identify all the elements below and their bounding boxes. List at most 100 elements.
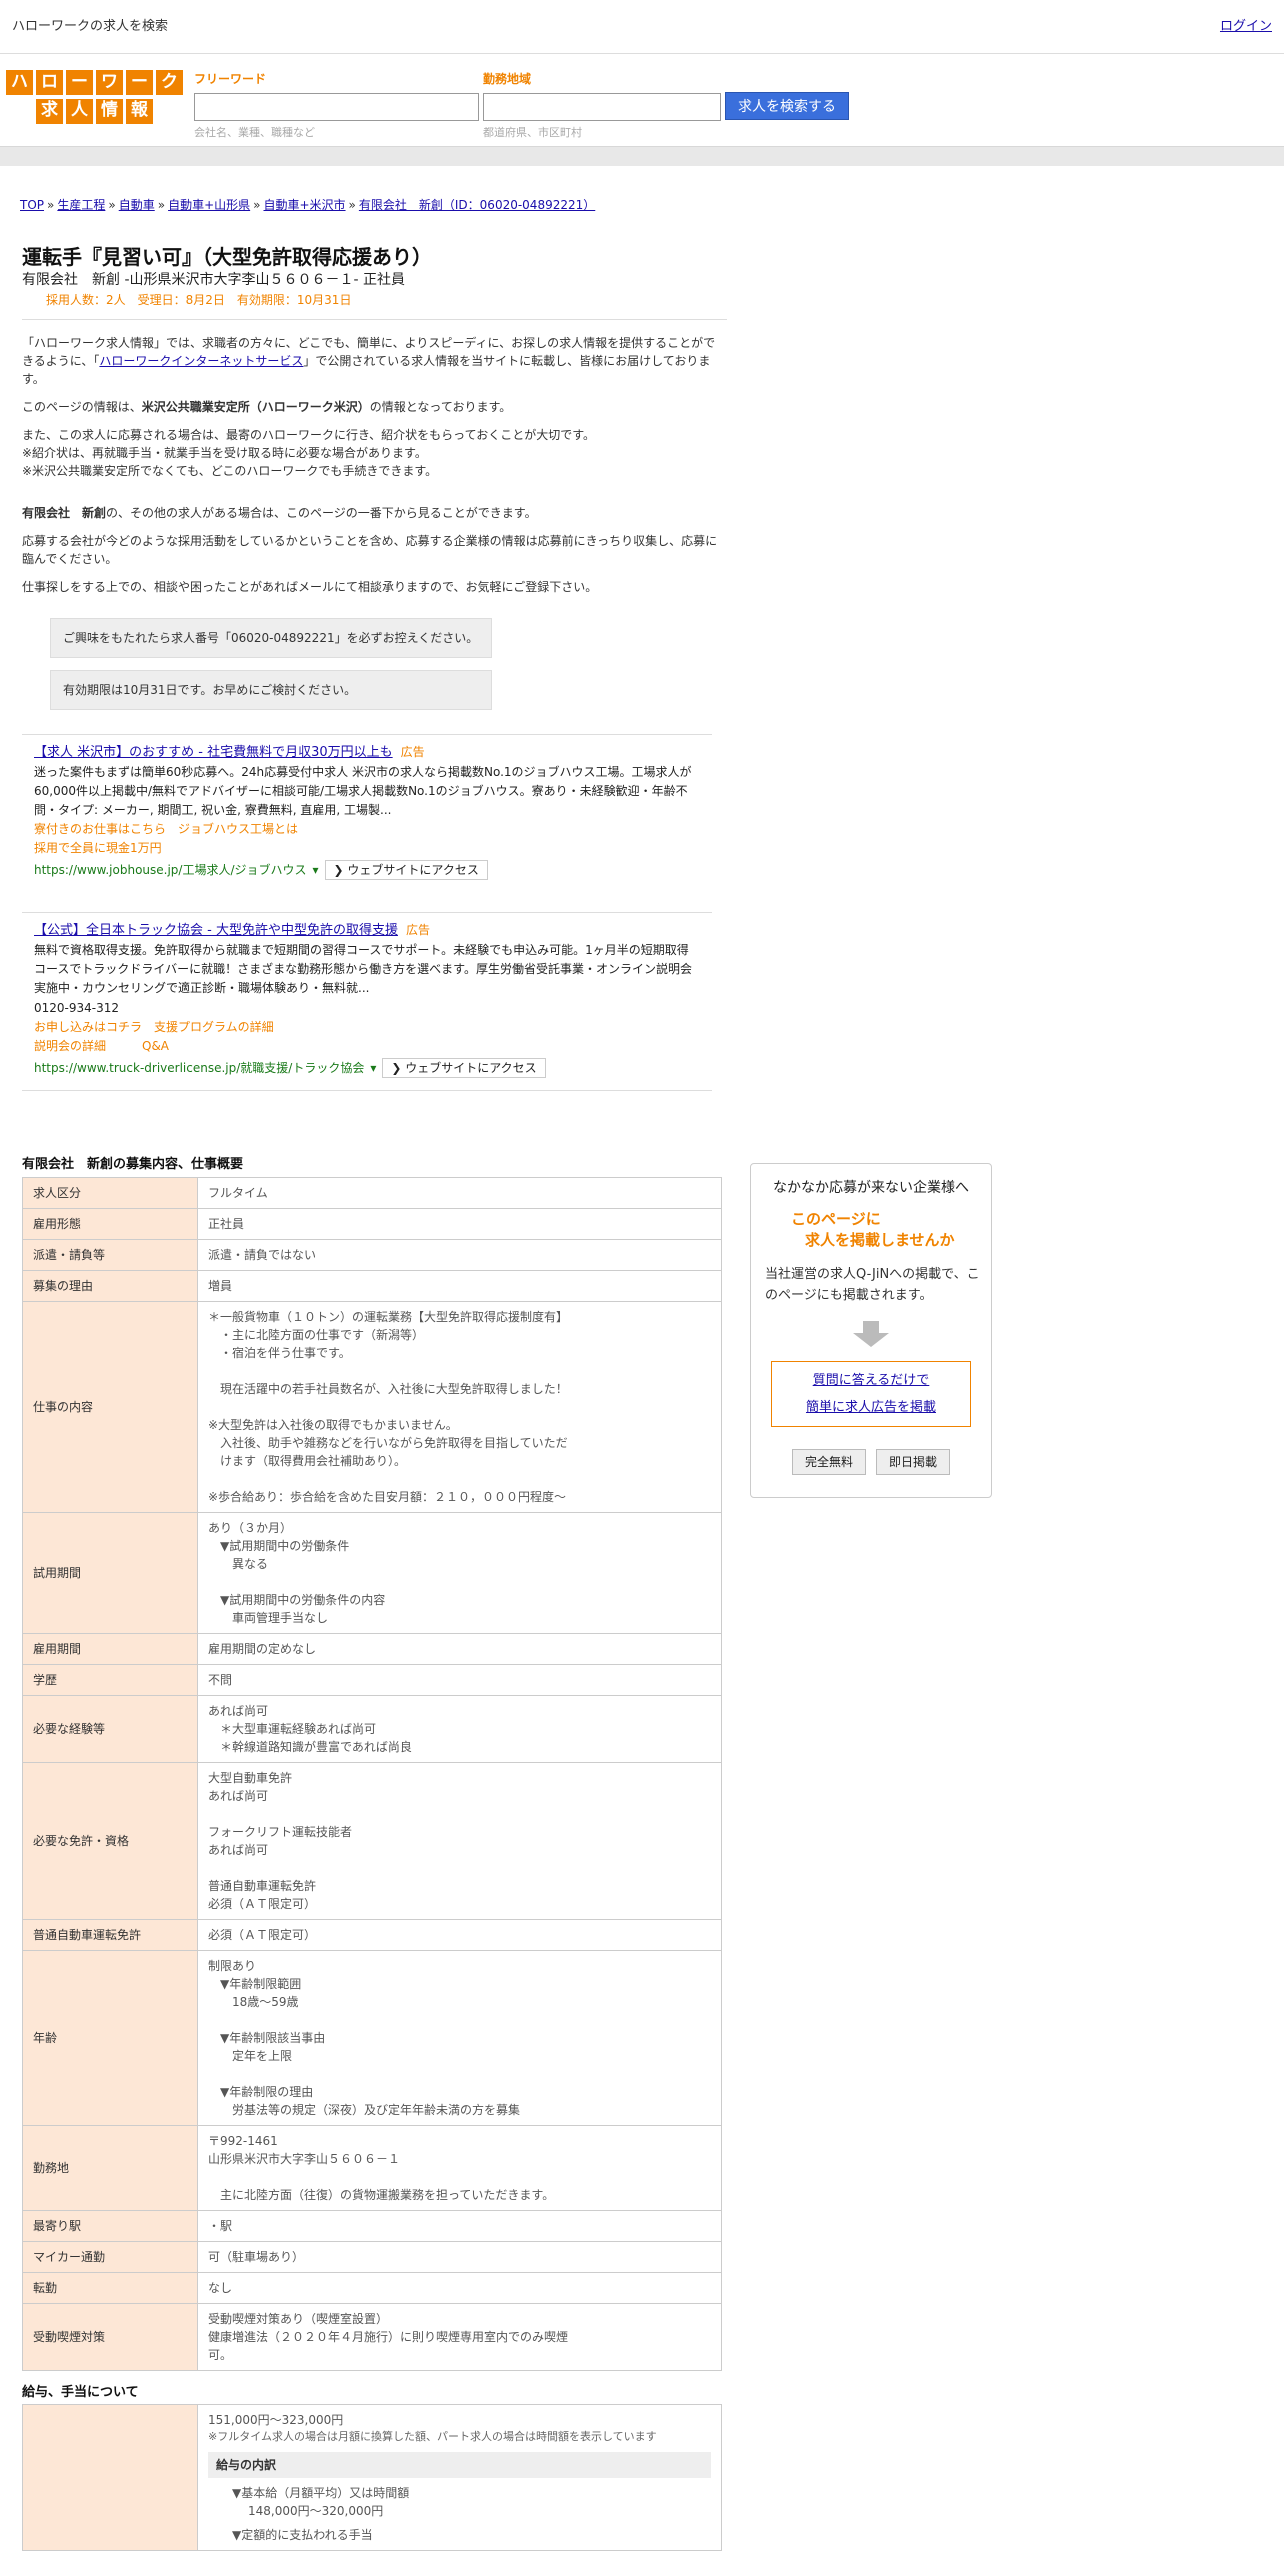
same-day-button[interactable]: 即日掲載 <box>876 1449 951 1476</box>
breadcrumb-prefecture[interactable]: 自動車+山形県 <box>168 198 250 212</box>
detail-value: 可（駐車場あり） <box>197 2240 722 2273</box>
freeword-label: フリーワード <box>194 72 267 86</box>
table-row: 151,000円〜323,000円 ※フルタイム求人の場合は月額に換算した額、パ… <box>22 2404 722 2551</box>
advertise-catch-line: 求人を掲載しませんか <box>805 1231 955 1250</box>
ad-sitelinks: お申し込みはコチラ 支援プログラムの詳細 説明会の詳細 Q&A <box>34 1018 700 1056</box>
table-row: 年齢 制限あり ▼年齢制限範囲 18歳〜59歳 ▼年齢制限該当事由 定年を上限 ▼… <box>22 1949 722 2126</box>
base-pay-value: 148,000円〜320,000円 <box>248 2503 384 2518</box>
breadcrumb-company[interactable]: 有限会社 新創（ID：06020-04892221） <box>359 198 595 212</box>
table-row: 必要な免許・資格 大型自動車免許 あれば尚可 フォークリフト運転技能者 あれば尚可… <box>22 1761 722 1920</box>
detail-value: あれば尚可 ＊大型車運転経験あれば尚可 ＊幹線道路知識が豊富であれば尚良 <box>197 1694 722 1763</box>
logo-char: ー <box>66 70 93 95</box>
search-button[interactable]: 求人を検索する <box>725 92 849 120</box>
detail-value: 必須（ＡＴ限定可） <box>197 1918 722 1951</box>
detail-label: 転勤 <box>22 2271 198 2304</box>
logo-char: 情 <box>96 98 123 124</box>
ad-dropdown-icon[interactable]: ▾ <box>313 861 319 879</box>
logo-char: 人 <box>66 98 93 124</box>
salary-breakdown-title: 給与の内訳 <box>208 2451 711 2478</box>
salary-table: 151,000円〜323,000円 ※フルタイム求人の場合は月額に換算した額、パ… <box>22 2404 722 2551</box>
intro-paragraph: また、この求人に応募される場合は、最寄のハローワークに行き、紹介状をもらっておく… <box>22 428 596 478</box>
advertise-text: 当社運営の求人Q-JiNへの掲載で、このページにも掲載されます。 <box>765 1267 980 1303</box>
breadcrumb-subcategory[interactable]: 自動車 <box>119 198 155 212</box>
detail-label: 勤務地 <box>22 2124 198 2211</box>
detail-label: 試用期間 <box>22 1511 198 1634</box>
detail-value: 雇用期間の定めなし <box>197 1632 722 1665</box>
ad-title-link[interactable]: 【公式】全日本トラック協会 - 大型免許や中型免許の取得支援 <box>34 923 398 938</box>
top-bar: ハローワークの求人を検索 ログイン <box>0 0 1284 54</box>
detail-label: 学歴 <box>22 1663 198 1696</box>
details-column: 有限会社 新創の募集内容、仕事概要 求人区分 フルタイム 雇用形態 正社員 派遣・請負等… <box>22 1155 722 2551</box>
detail-value: 増員 <box>197 1269 722 1302</box>
detail-value: 不問 <box>197 1663 722 1696</box>
office-name: 米沢公共職業安定所（ハローワーク米沢） <box>141 400 370 414</box>
advertise-title: なかなか応募が来ない企業様へ <box>773 1180 969 1197</box>
sidebar: なかなか応募が来ない企業様へ このページに 求人を掲載しませんか 当社運営の求人… <box>750 1163 992 2551</box>
detail-label: 派遣・請負等 <box>22 1238 198 1271</box>
freeword-input[interactable] <box>194 93 479 121</box>
breadcrumb-city[interactable]: 自動車+米沢市 <box>263 198 345 212</box>
ad-visit-button[interactable]: ❯ ウェブサイトにアクセス <box>324 860 488 881</box>
breadcrumb-category[interactable]: 生産工程 <box>57 198 105 212</box>
salary-range: 151,000円〜323,000円 <box>208 2413 344 2428</box>
ad-sitelink[interactable]: 寮付きのお仕事はこちら ジョブハウス工場とは <box>34 820 700 839</box>
ad-dropdown-icon[interactable]: ▾ <box>370 1059 376 1077</box>
logo-char: 報 <box>126 98 153 124</box>
table-row: 派遣・請負等 派遣・請負ではない <box>22 1238 722 1271</box>
area-input[interactable] <box>483 93 721 121</box>
intro-paragraph: 「ハローワーク求人情報」では、求職者の方々に、どこでも、簡単に、よりスピーディに… <box>22 334 722 388</box>
advertise-link-easy[interactable]: 簡単に求人広告を掲載 <box>806 1400 936 1415</box>
login-link[interactable]: ログイン <box>1220 17 1272 37</box>
ad-url[interactable]: https://www.jobhouse.jp/工場求人/ジョブハウス <box>34 861 307 879</box>
hellowork-logo[interactable]: ハ ロ ー ワ ー ク 求 人 情 報 <box>6 70 183 124</box>
advertise-catch-line: このページに <box>791 1210 881 1229</box>
salary-section: 給与、手当について 151,000円〜323,000円 ※フルタイム求人の場合は… <box>22 2383 722 2551</box>
ad-sitelink[interactable]: 説明会の詳細 Q&A <box>34 1037 700 1056</box>
detail-label: 雇用形態 <box>22 1207 198 1240</box>
breadcrumb-top[interactable]: TOP <box>20 198 44 212</box>
job-meta: 採用人数：2人 受理日：8月2日 有効期限：10月31日 <box>46 293 352 307</box>
area-group: 勤務地域 都道府県、市区町村 <box>483 68 721 142</box>
down-arrow-icon <box>853 1320 889 1347</box>
intro-paragraph: このページの情報は、米沢公共職業安定所（ハローワーク米沢）の情報となっております… <box>22 398 722 416</box>
breadcrumb-sep: » <box>253 198 261 212</box>
advertise-link-question[interactable]: 質問に答えるだけで <box>813 1373 930 1388</box>
ad-title-link[interactable]: 【求人 米沢市】のおすすめ - 社宅費無料で月収30万円以上も <box>34 745 393 760</box>
intro-paragraph: 仕事探しをする上での、相談や困ったことがあればメールにて相談承りますので、お気軽… <box>22 580 598 594</box>
hellowork-internet-link[interactable]: ハローワークインターネットサービス <box>99 354 303 368</box>
table-row: 試用期間 あり（３か月） ▼試用期間中の労働条件 異なる ▼試用期間中の労働条件の… <box>22 1511 722 1634</box>
table-row: 学歴 不問 <box>22 1663 722 1696</box>
logo-char: ー <box>126 70 153 95</box>
ad-body: 無料で資格取得支援。免許取得から就職まで短期間の習得コースでサポート。未経験でも… <box>34 942 692 1015</box>
logo-char: ワ <box>96 70 123 95</box>
area-label: 勤務地域 <box>483 72 532 86</box>
details-heading: 有限会社 新創の募集内容、仕事概要 <box>22 1157 244 1173</box>
detail-value: 派遣・請負ではない <box>197 1238 722 1271</box>
logo-char: ハ <box>6 70 33 95</box>
table-row: 仕事の内容 ＊一般貨物車（１０トン）の運転業務【大型免許取得応援制度有】 ・主に北… <box>22 1300 722 1513</box>
breadcrumb-sep: » <box>108 198 116 212</box>
site-title: ハローワークの求人を検索 <box>12 18 169 34</box>
company-name: 有限会社 新創 <box>22 506 107 520</box>
ad-sitelink[interactable]: 採用で全員に現金1万円 <box>34 839 700 858</box>
breadcrumb: TOP» 生産工程» 自動車» 自動車+山形県» 自動車+米沢市» 有限会社 新創（ID：… <box>0 166 1284 214</box>
detail-value: 制限あり ▼年齢制限範囲 18歳〜59歳 ▼年齢制限該当事由 定年を上限 ▼年齢… <box>197 1949 722 2126</box>
ad-url[interactable]: https://www.truck-driverlicense.jp/就職支援/… <box>34 1059 364 1077</box>
ad-item: 【求人 米沢市】のおすすめ - 社宅費無料で月収30万円以上も 広告 迷った案件も… <box>22 734 712 892</box>
table-row: マイカー通勤 可（駐車場あり） <box>22 2240 722 2273</box>
ad-visit-button[interactable]: ❯ ウェブサイトにアクセス <box>382 1058 546 1079</box>
free-button[interactable]: 完全無料 <box>791 1449 866 1476</box>
notice-expiry: 有効期限は10月31日です。お早めにご検討ください。 <box>50 670 492 710</box>
intro-paragraph: 応募する会社が今どのような採用活動をしているかということを含め、応募する企業様の… <box>22 534 718 566</box>
detail-label: 年齢 <box>22 1949 198 2126</box>
detail-value: フルタイム <box>197 1176 722 1209</box>
job-title: 運転手『見習い可』（大型免許取得応援あり） <box>22 245 432 269</box>
ad-sitelink[interactable]: お申し込みはコチラ 支援プログラムの詳細 <box>34 1018 700 1037</box>
base-pay-label: ▼基本給（月額平均）又は時間額 <box>232 2485 410 2500</box>
table-row: 転勤 なし <box>22 2271 722 2304</box>
freeword-hint: 会社名、業種、職種など <box>194 126 315 139</box>
logo-char: ロ <box>36 70 63 95</box>
detail-label: 仕事の内容 <box>22 1300 198 1513</box>
details-table-body: 求人区分 フルタイム 雇用形態 正社員 派遣・請負等 派遣・請負ではない 募集の理由 増員 仕事… <box>22 1176 722 2371</box>
job-company-location: 有限会社 新創 -山形県米沢市大字李山５６０６－１- 正社員 <box>22 272 406 288</box>
